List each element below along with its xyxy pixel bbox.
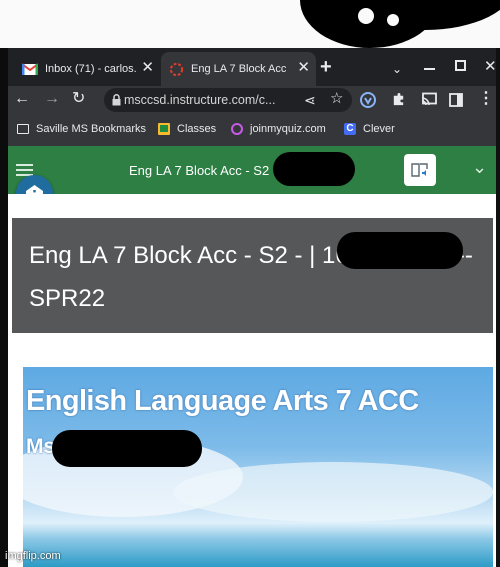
bookmark-label: Clever <box>363 123 395 135</box>
photo-background-top <box>0 0 500 48</box>
lock-icon <box>112 94 121 106</box>
redaction-mark <box>273 152 355 186</box>
photo-frame-right <box>496 48 500 567</box>
tab-canvas-course[interactable]: Eng LA 7 Block Acc ✕ <box>161 52 316 86</box>
tab-label: Inbox (71) - carlos. <box>45 63 137 75</box>
course-title-card: Eng LA 7 Block Acc - S2 - | 16901002-2 -… <box>12 218 493 333</box>
clever-icon: C <box>344 123 356 135</box>
banner-subtitle: Ms <box>26 435 56 458</box>
classroom-icon <box>158 123 170 135</box>
extension-icon[interactable] <box>360 92 376 108</box>
gmail-icon <box>22 63 38 75</box>
watermark-text: imgflip.com <box>5 550 61 562</box>
bookmark-classes[interactable]: Classes <box>158 123 216 135</box>
cloud-shape <box>173 462 493 522</box>
menu-kebab-icon[interactable]: ⋮ <box>478 91 494 107</box>
share-icon[interactable]: ⋖ <box>304 92 316 108</box>
forward-icon[interactable]: → <box>44 91 60 107</box>
close-icon[interactable]: ✕ <box>297 60 310 76</box>
bookmark-label: Classes <box>177 123 217 135</box>
new-tab-button[interactable]: + <box>320 57 332 77</box>
url-text: msccsd.instructure.com/c... <box>124 93 276 107</box>
chevron-down-icon[interactable]: ⌄ <box>472 158 487 176</box>
bookmark-joinmyquiz[interactable]: joinmyquiz.com <box>231 123 326 135</box>
maximize-icon[interactable] <box>455 60 466 71</box>
immersive-reader-button[interactable] <box>404 154 436 186</box>
bookmarks-bar: Saville MS Bookmarks Classes joinmyquiz.… <box>8 114 496 147</box>
back-icon[interactable]: ← <box>14 91 30 107</box>
canvas-course-header: Eng LA 7 Block Acc - S2 ⌄ <box>8 146 496 194</box>
bookmark-saville-ms[interactable]: Saville MS Bookmarks <box>17 123 146 135</box>
header-course-title: Eng LA 7 Block Acc - S2 <box>129 163 270 178</box>
close-icon[interactable]: ✕ <box>141 60 154 76</box>
bookmark-label: Saville MS Bookmarks <box>36 123 147 135</box>
minimize-icon[interactable] <box>424 68 435 70</box>
bookmark-star-icon[interactable]: ☆ <box>330 91 343 107</box>
canvas-icon <box>169 62 184 76</box>
folder-icon <box>17 124 29 134</box>
banner-title: English Language Arts 7 ACC <box>26 385 419 417</box>
close-window-icon[interactable]: ✕ <box>484 59 497 75</box>
browser-toolbar: ← → ↻ msccsd.instructure.com/c... ⋖ ☆ ⋮ <box>8 86 496 114</box>
extensions-puzzle-icon[interactable] <box>391 92 406 107</box>
address-bar[interactable]: msccsd.instructure.com/c... ⋖ ☆ <box>104 88 352 112</box>
immersive-reader-icon <box>411 163 428 177</box>
side-panel-icon[interactable] <box>449 93 463 107</box>
bookmark-label: joinmyquiz.com <box>250 123 326 135</box>
course-banner-image: English Language Arts 7 ACC Ms <box>23 367 493 567</box>
redaction-mark <box>52 430 202 467</box>
reload-icon[interactable]: ↻ <box>72 91 85 107</box>
bookmark-clever[interactable]: C Clever <box>344 123 395 135</box>
quizizz-icon <box>231 123 243 135</box>
cast-icon[interactable] <box>421 92 437 107</box>
tab-gmail-inbox[interactable]: Inbox (71) - carlos. ✕ <box>14 52 160 86</box>
hamburger-menu-icon[interactable] <box>16 164 33 166</box>
light-spot <box>358 8 374 24</box>
redaction-mark <box>337 232 463 269</box>
tab-search-icon[interactable]: ⌄ <box>392 61 402 77</box>
light-spot <box>387 14 399 26</box>
tab-label: Eng LA 7 Block Acc <box>191 63 287 75</box>
browser-tab-bar: Inbox (71) - carlos. ✕ Eng LA 7 Block Ac… <box>8 48 497 86</box>
